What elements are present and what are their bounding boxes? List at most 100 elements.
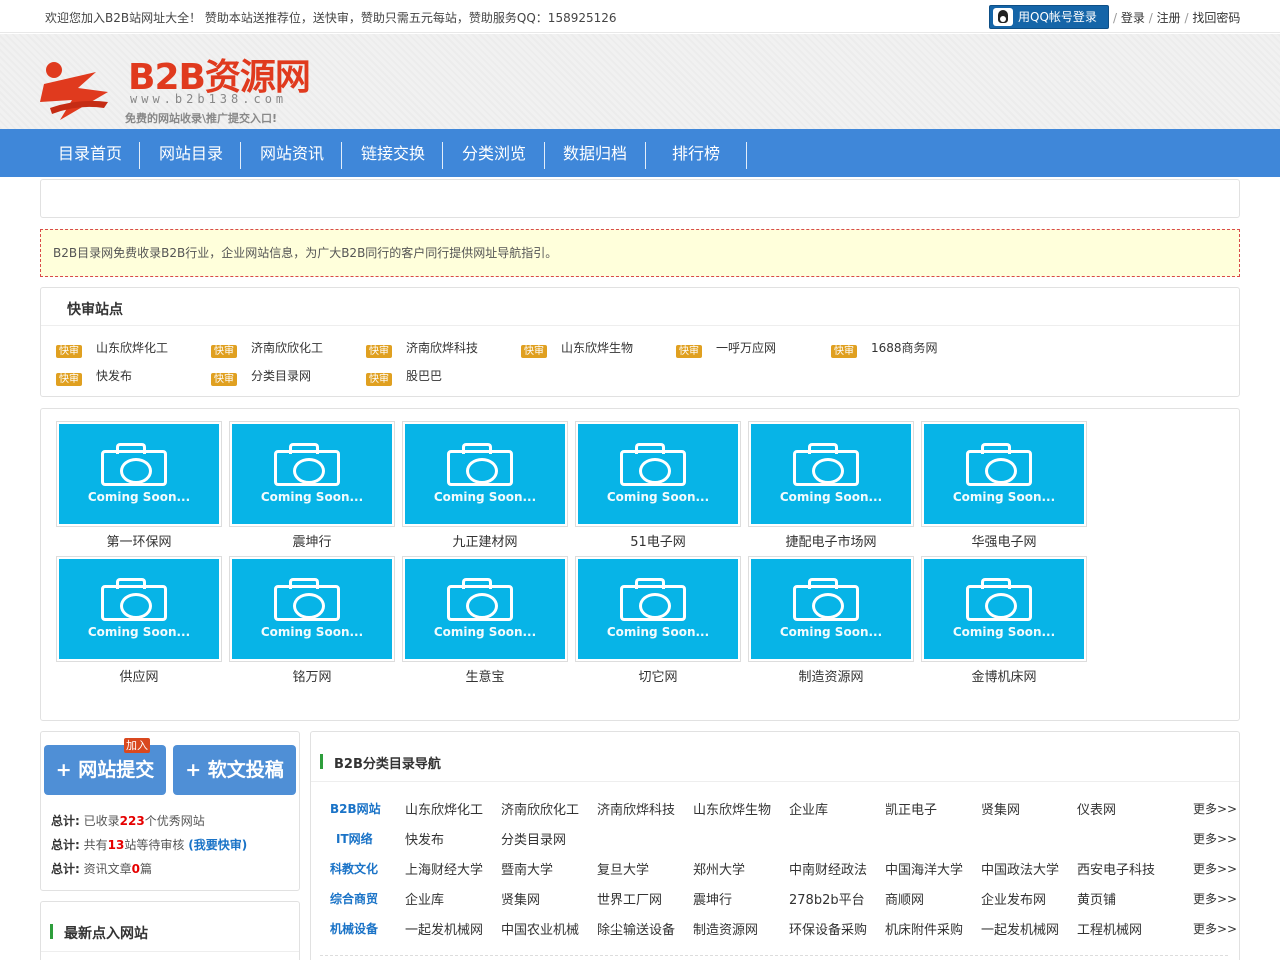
site-image: Coming Soon...: [921, 421, 1087, 527]
directory-link[interactable]: 企业库: [789, 799, 828, 818]
fast-badge: 快审: [56, 373, 82, 386]
stat-articles: 总计: 资讯文章0篇: [51, 862, 153, 876]
category-machinery[interactable]: 机械设备: [330, 920, 378, 937]
fast-item[interactable]: 快审 快发布: [56, 367, 132, 386]
site-name: 铭万网: [292, 670, 332, 685]
title-accent-bar: [320, 754, 323, 769]
join-badge: 加入: [124, 738, 150, 753]
directory-link[interactable]: 贤集网: [501, 889, 540, 908]
category-education[interactable]: 科教文化: [330, 860, 378, 877]
nav-categories[interactable]: 分类浏览: [456, 129, 532, 177]
fast-item[interactable]: 快审 济南欣烨科技: [366, 339, 478, 358]
fast-badge: 快审: [56, 345, 82, 358]
submit-article-button[interactable]: + 软文投稿: [173, 745, 296, 795]
directory-link[interactable]: 凯正电子: [885, 799, 937, 818]
directory-link[interactable]: 快发布: [405, 829, 444, 848]
nav-archive[interactable]: 数据归档: [557, 129, 633, 177]
fast-item[interactable]: 快审 股巴巴: [366, 367, 442, 386]
nav-home[interactable]: 目录首页: [52, 129, 128, 177]
main-nav: 目录首页 网站目录 网站资讯 链接交换 分类浏览 数据归档 排行榜: [0, 129, 1280, 177]
site-name: 捷配电子市场网: [785, 535, 877, 550]
header: B2B资源网 www.b2b138.com 免费的网站收录\推广提交入口!: [0, 34, 1280, 129]
site-name: 切它网: [638, 670, 678, 685]
camera-icon: [274, 443, 340, 486]
divider: [320, 955, 1228, 956]
directory-link[interactable]: 除尘输送设备: [597, 919, 675, 938]
directory-link[interactable]: 一起发机械网: [981, 919, 1059, 938]
directory-link[interactable]: 仪表网: [1077, 799, 1116, 818]
directory-link[interactable]: 278b2b平台: [789, 889, 865, 908]
directory-link[interactable]: 山东欣烨生物: [693, 799, 771, 818]
directory-link[interactable]: 上海财经大学: [405, 859, 483, 878]
nav-link-exchange[interactable]: 链接交换: [355, 129, 431, 177]
site-logo[interactable]: B2B资源网 www.b2b138.com 免费的网站收录\推广提交入口!: [38, 46, 318, 128]
more-link[interactable]: 更多>>: [1193, 920, 1237, 937]
directory-link[interactable]: 制造资源网: [693, 919, 758, 938]
directory-link[interactable]: 中国政法大学: [981, 859, 1059, 878]
more-link[interactable]: 更多>>: [1193, 800, 1237, 817]
register-link[interactable]: 注册: [1157, 11, 1181, 25]
directory-link[interactable]: 贤集网: [981, 799, 1020, 818]
nav-divider: [139, 142, 140, 169]
directory-link[interactable]: 西安电子科技: [1077, 859, 1155, 878]
site-name: 供应网: [119, 670, 159, 685]
directory-link[interactable]: 世界工厂网: [597, 889, 662, 908]
category-it[interactable]: IT网络: [336, 830, 373, 847]
directory-link[interactable]: 工程机械网: [1077, 919, 1142, 938]
more-link[interactable]: 更多>>: [1193, 830, 1237, 847]
nav-directory[interactable]: 网站目录: [153, 129, 229, 177]
directory-link[interactable]: 环保设备采购: [789, 919, 867, 938]
directory-link[interactable]: 分类目录网: [501, 829, 566, 848]
nav-divider: [442, 142, 443, 169]
directory-link[interactable]: 山东欣烨化工: [405, 799, 483, 818]
fast-item[interactable]: 快审 1688商务网: [831, 339, 938, 358]
login-link[interactable]: 登录: [1121, 11, 1145, 25]
fast-item[interactable]: 快审 济南欣欣化工: [211, 339, 323, 358]
directory-link[interactable]: 企业库: [405, 889, 444, 908]
directory-link[interactable]: 企业发布网: [981, 889, 1046, 908]
directory-link[interactable]: 复旦大学: [597, 859, 649, 878]
directory-link[interactable]: 黄页铺: [1077, 889, 1116, 908]
user-links: / 登录 / 注册 / 找回密码: [1113, 11, 1241, 25]
fast-badge: 快审: [211, 345, 237, 358]
title-accent-bar: [50, 924, 53, 939]
fast-item[interactable]: 快审 一呼万应网: [676, 339, 776, 358]
category-b2b[interactable]: B2B网站: [330, 800, 381, 817]
fast-item[interactable]: 快审 山东欣烨化工: [56, 339, 168, 358]
top-bar: 欢迎您加入B2B站网址大全！ 赞助本站送推荐位，送快审，赞助只需五元每站，赞助服…: [0, 0, 1280, 33]
directory-link[interactable]: 商顺网: [885, 889, 924, 908]
fast-badge: 快审: [831, 345, 857, 358]
site-name: 51电子网: [630, 535, 686, 550]
directory-link[interactable]: 中南财经政法: [789, 859, 867, 878]
find-password-link[interactable]: 找回密码: [1192, 11, 1240, 25]
directory-link[interactable]: 一起发机械网: [405, 919, 483, 938]
logo-figure-icon: [40, 62, 108, 120]
directory-link[interactable]: 济南欣烨科技: [597, 799, 675, 818]
category-trade[interactable]: 综合商贸: [330, 890, 378, 907]
more-link[interactable]: 更多>>: [1193, 890, 1237, 907]
fast-badge: 快审: [211, 373, 237, 386]
camera-icon: [447, 578, 513, 621]
directory-link[interactable]: 震坤行: [693, 889, 732, 908]
fast-review-link[interactable]: (我要快审): [188, 838, 247, 852]
site-name: 震坤行: [292, 535, 332, 550]
directory-link[interactable]: 机床附件采购: [885, 919, 963, 938]
stat-pending: 总计: 共有13站等待审核 (我要快审): [51, 838, 248, 852]
qq-login-button[interactable]: 用QQ帐号登录: [989, 5, 1109, 29]
nav-ranking[interactable]: 排行榜: [658, 129, 734, 177]
directory-link[interactable]: 暨南大学: [501, 859, 553, 878]
directory-link[interactable]: 郑州大学: [693, 859, 745, 878]
directory-link[interactable]: 中国海洋大学: [885, 859, 963, 878]
more-link[interactable]: 更多>>: [1193, 860, 1237, 877]
camera-icon: [101, 578, 167, 621]
site-name: 九正建材网: [452, 535, 518, 550]
directory-link[interactable]: 中国农业机械: [501, 919, 579, 938]
directory-link[interactable]: 济南欣欣化工: [501, 799, 579, 818]
divider: [41, 951, 299, 952]
site-image: Coming Soon...: [402, 421, 568, 527]
divider: [311, 781, 1239, 782]
fast-item[interactable]: 快审 分类目录网: [211, 367, 311, 386]
site-name: 华强电子网: [971, 535, 1037, 550]
fast-item[interactable]: 快审 山东欣烨生物: [521, 339, 633, 358]
nav-news[interactable]: 网站资讯: [254, 129, 330, 177]
